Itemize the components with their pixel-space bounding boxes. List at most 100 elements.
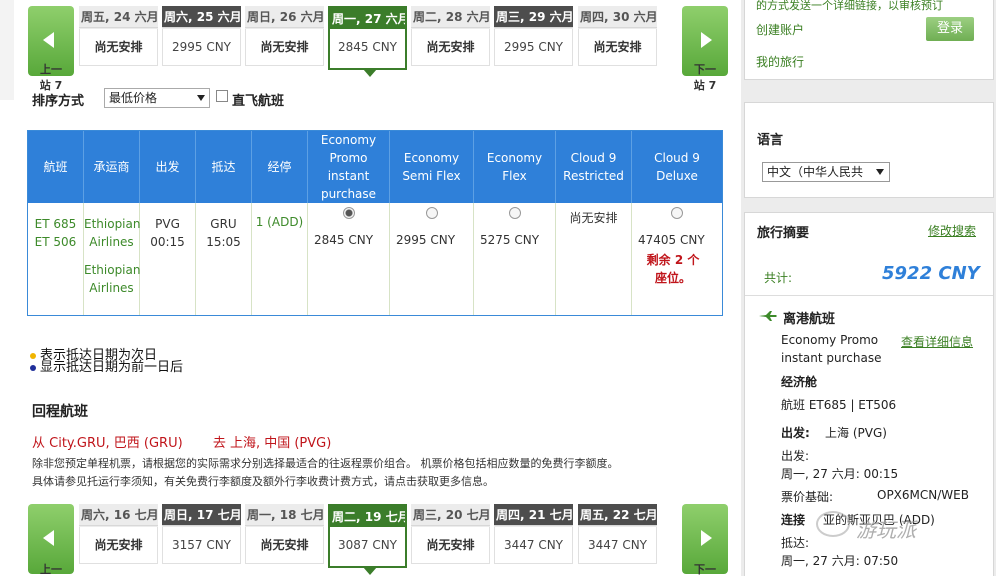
date-label: 周三, 29 六月: [494, 6, 573, 28]
date-cell-selected[interactable]: 周一, 27 六月 2845 CNY: [328, 6, 407, 77]
date-price: 尚无安排: [411, 527, 490, 564]
fare-note-line2: 具体请参见托运行李须知，有关免费行李额度及额外行李收费计费方式，请点击获取更多信…: [32, 475, 494, 488]
date-cell[interactable]: 周三, 29 六月 2995 CNY: [494, 6, 573, 66]
cell-economy-flex: 5275 CNY: [474, 203, 556, 315]
arrival-legend: 表示抵达日期为次日 显示抵达日期为前一日后: [30, 349, 184, 375]
outbound-date-strip: 上一 站 7 周五, 24 六月 尚无安排 周六, 25 六月 2995 CNY…: [28, 6, 728, 92]
legend-previous-day: 显示抵达日期为前一日后: [40, 360, 184, 375]
seats-left: 剩余 2 个 座位。: [640, 251, 706, 287]
date-cell[interactable]: 周六, 16 七月 尚无安排: [79, 504, 158, 564]
sort-row: 排序方式 最低价格 直飞航班: [32, 88, 552, 110]
cell-economy-semi-flex: 2995 CNY: [390, 203, 474, 315]
watermark-logo-icon: [816, 511, 850, 537]
create-account-link[interactable]: 创建账户: [756, 21, 804, 38]
date-cell[interactable]: 周三, 20 七月 尚无安排: [411, 504, 490, 564]
arrive-value: 周一, 27 六月: 07:50: [781, 554, 899, 568]
col-economy-promo: Economy Promo instant purchase: [308, 131, 390, 203]
date-cell[interactable]: 周四, 30 六月 尚无安排: [578, 6, 657, 66]
date-price: 3157 CNY: [162, 527, 241, 564]
date-price: 尚无安排: [245, 527, 324, 564]
direct-flight-checkbox[interactable]: [216, 90, 228, 102]
cell-stops[interactable]: 1 (ADD): [252, 203, 308, 315]
total-label: 共计:: [764, 271, 793, 285]
watermark-text: 游玩派: [856, 518, 916, 542]
fare-radio[interactable]: [671, 207, 683, 219]
modify-search-link[interactable]: 修改搜索: [928, 222, 976, 239]
date-cell[interactable]: 周日, 17 七月 3157 CNY: [162, 504, 241, 564]
cabin-class: 经济舱: [781, 375, 818, 389]
account-info-text: 的方式发送一个详细链接，以审核预订: [756, 0, 943, 12]
date-label: 周一, 27 六月: [330, 8, 405, 30]
date-price: 尚无安排: [79, 29, 158, 66]
date-cell[interactable]: 周二, 28 六月 尚无安排: [411, 6, 490, 66]
seats-left-line2: 座位。: [654, 271, 691, 285]
date-label: 周四, 30 六月: [578, 6, 657, 28]
depart-value: 周一, 27 六月: 00:15: [781, 467, 899, 481]
left-gutter: [0, 0, 14, 100]
date-label: 周一, 18 七月: [245, 504, 324, 526]
table-row: ET 685 ET 506 Ethiopian Airlines Ethiopi…: [28, 203, 722, 315]
date-cell[interactable]: 周日, 26 六月 尚无安排: [245, 6, 324, 66]
date-label: 周四, 21 七月: [494, 504, 573, 526]
from-label: 出发:: [781, 426, 810, 440]
total-value: 5922 CNY: [882, 263, 980, 284]
sort-selected-value: 最低价格: [109, 91, 158, 105]
fare-price: 47405 CNY: [638, 233, 705, 247]
return-route: 从 City.GRU, 巴西 (GRU) 去 上海, 中国 (PVG): [32, 432, 357, 451]
flight-numbers: 航班 ET685 | ET506: [781, 398, 897, 412]
date-price: 3447 CNY: [494, 527, 573, 564]
chevron-down-icon: [197, 95, 205, 101]
depart-time: 00:15: [150, 235, 185, 249]
language-panel: 语言 中文（中华人民共: [744, 102, 994, 198]
date-label: 周六, 25 六月: [162, 6, 241, 28]
selected-caret-icon: [363, 69, 377, 77]
date-cell[interactable]: 周五, 24 六月 尚无安排: [79, 6, 158, 66]
login-button[interactable]: 登录: [926, 17, 974, 41]
date-cell-selected[interactable]: 周二, 19 七月 3087 CNY: [328, 504, 407, 575]
return-date-strip: 上一 周六, 16 七月 尚无安排 周日, 17 七月 3157 CNY 周一,…: [28, 504, 728, 576]
date-price: 3087 CNY: [330, 527, 405, 566]
sort-select[interactable]: 最低价格: [104, 88, 210, 108]
date-price: 2845 CNY: [330, 29, 405, 68]
view-details-link[interactable]: 查看详细信息: [901, 333, 973, 350]
previous-day-dot-icon: [30, 365, 36, 371]
depart-label: 出发:: [781, 449, 810, 463]
date-cell[interactable]: 周六, 25 六月 2995 CNY: [162, 6, 241, 66]
fare-price: 2845 CNY: [314, 233, 374, 247]
date-price: 尚无安排: [79, 527, 158, 564]
stops-link[interactable]: 1 (ADD): [256, 215, 304, 229]
date-label: 周日, 17 七月: [162, 504, 241, 526]
summary-divider: [745, 295, 993, 296]
table-header: 航班 承运商 出发 抵达 经停 Economy Promo instant pu…: [28, 131, 722, 203]
from-value: 上海 (PVG): [825, 426, 887, 440]
arrow-right-icon: [701, 530, 712, 546]
cell-cloud9-deluxe: 47405 CNY 剩余 2 个 座位。: [632, 203, 722, 315]
fare-radio-selected[interactable]: [342, 207, 355, 219]
col-arrive: 抵达: [196, 131, 252, 203]
language-select[interactable]: 中文（中华人民共: [762, 162, 890, 182]
summary-title: 旅行摘要: [757, 226, 810, 241]
col-stops: 经停: [252, 131, 308, 203]
flight-number: ET 506: [34, 235, 77, 249]
date-cell[interactable]: 周五, 22 七月 3447 CNY: [578, 504, 657, 564]
my-trips-link[interactable]: 我的旅行: [756, 53, 804, 70]
language-selected: 中文（中华人民共: [767, 165, 864, 179]
cell-flights: ET 685 ET 506: [28, 203, 84, 315]
fare-radio[interactable]: [508, 207, 521, 219]
date-cell[interactable]: 周四, 21 七月 3447 CNY: [494, 504, 573, 564]
fare-note-line1: 除非您预定单程机票，请根据您的实际需求分别选择最适合的往返程票价组合。 机票价格…: [32, 457, 619, 470]
cell-arrive: GRU 15:05: [196, 203, 252, 315]
cell-economy-promo: 2845 CNY: [308, 203, 390, 315]
date-cell[interactable]: 周一, 18 七月 尚无安排: [245, 504, 324, 564]
cell-cloud9-restricted: 尚无安排: [556, 203, 632, 315]
date-price: 尚无安排: [411, 29, 490, 66]
next-week-label-top: 下一: [694, 63, 716, 76]
fare-radio[interactable]: [425, 207, 438, 219]
selected-caret-icon: [363, 567, 377, 575]
date-price: 3447 CNY: [578, 527, 657, 564]
flight-table: 航班 承运商 出发 抵达 经停 Economy Promo instant pu…: [27, 130, 723, 316]
sidebar: 的方式发送一个详细链接，以审核预订 创建账户 登录 我的旅行 语言 中文（中华人…: [741, 0, 996, 576]
route-to: 去 上海, 中国 (PVG): [212, 436, 332, 451]
cell-carriers: Ethiopian Airlines Ethiopian Airlines: [84, 203, 140, 315]
date-label: 周六, 16 七月: [79, 504, 158, 526]
